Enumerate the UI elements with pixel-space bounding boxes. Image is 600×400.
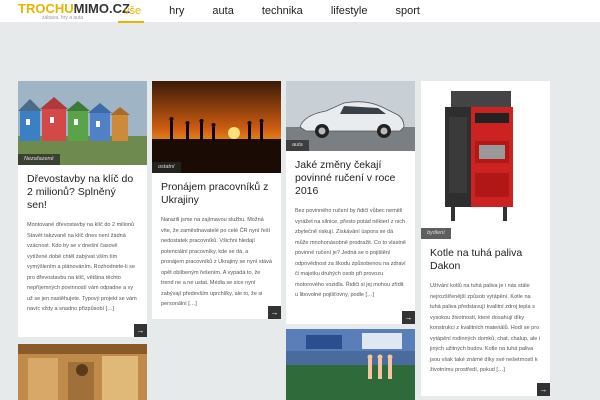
- read-more-button[interactable]: →: [268, 306, 281, 319]
- read-more-button[interactable]: →: [402, 311, 415, 324]
- article-card: [286, 329, 415, 400]
- arrow-right-icon: →: [539, 385, 548, 394]
- nav-item-vse[interactable]: vše: [124, 0, 141, 22]
- main-nav: vše hry auta technika lifestyle sport: [124, 0, 448, 22]
- article-card: [18, 344, 147, 400]
- category-badge[interactable]: Nezařazené: [18, 154, 60, 165]
- article-card: ostatní Pronájem pracovníků z Ukrajiny N…: [152, 81, 281, 319]
- category-badge[interactable]: auta: [286, 140, 309, 151]
- stadium-image: [286, 329, 415, 400]
- article-card: bydlení Kotle na tuhá paliva Dakon Užívá…: [421, 81, 550, 396]
- arrow-right-icon: →: [136, 326, 145, 335]
- nav-item-lifestyle[interactable]: lifestyle: [331, 0, 368, 22]
- read-more-button[interactable]: →: [134, 324, 147, 337]
- boiler-image: [421, 81, 550, 239]
- logo-text: TROCHUMIMO.CZ: [18, 1, 130, 16]
- nav-item-hry[interactable]: hry: [169, 0, 184, 22]
- article-card: Nezařazené Dřevostavby na klíč do 2 mili…: [18, 81, 147, 337]
- article-card: auta Jaké změny čekají povinné ručení v …: [286, 81, 415, 324]
- article-thumbnail[interactable]: bydlení: [421, 81, 550, 239]
- houses-image: [18, 81, 147, 165]
- nav-item-auta[interactable]: auta: [212, 0, 233, 22]
- site-logo[interactable]: TROCHUMIMO.CZ zábava, hry a auta: [18, 2, 130, 21]
- article-title[interactable]: Jaké změny čekají povinné ručení v roce …: [286, 151, 415, 198]
- nav-active-indicator: [118, 21, 144, 23]
- article-thumbnail[interactable]: [18, 344, 147, 400]
- article-excerpt: Montované dřevostavby na klíč do 2 milio…: [27, 222, 137, 312]
- category-badge[interactable]: ostatní: [152, 162, 181, 173]
- interior-image: [18, 344, 147, 400]
- article-title[interactable]: Pronájem pracovníků z Ukrajiny: [152, 173, 281, 207]
- article-title[interactable]: Kotle na tuhá paliva Dakon: [421, 239, 550, 273]
- article-thumbnail[interactable]: [286, 329, 415, 400]
- site-header: TROCHUMIMO.CZ zábava, hry a auta vše hry…: [0, 0, 600, 23]
- nav-item-sport[interactable]: sport: [396, 0, 420, 22]
- arrow-right-icon: →: [404, 313, 413, 322]
- arrow-right-icon: →: [270, 308, 279, 317]
- read-more-button[interactable]: →: [537, 383, 550, 396]
- article-title[interactable]: Dřevostavby na klíč do 2 milionů? Splněn…: [18, 165, 147, 212]
- article-thumbnail[interactable]: auta: [286, 81, 415, 151]
- category-badge[interactable]: bydlení: [421, 228, 451, 239]
- article-thumbnail[interactable]: Nezařazené: [18, 81, 147, 165]
- article-thumbnail[interactable]: ostatní: [152, 81, 281, 173]
- article-excerpt: Bez povinného ručení by řidiči vůbec nem…: [295, 208, 406, 298]
- article-excerpt: Užívání kotlů na tuhá paliva je i nás st…: [430, 283, 541, 373]
- article-excerpt: Narazili jsme na zajímavou službu. Možná…: [161, 217, 272, 307]
- nav-item-technika[interactable]: technika: [262, 0, 303, 22]
- sunset-workers-image: [152, 81, 281, 173]
